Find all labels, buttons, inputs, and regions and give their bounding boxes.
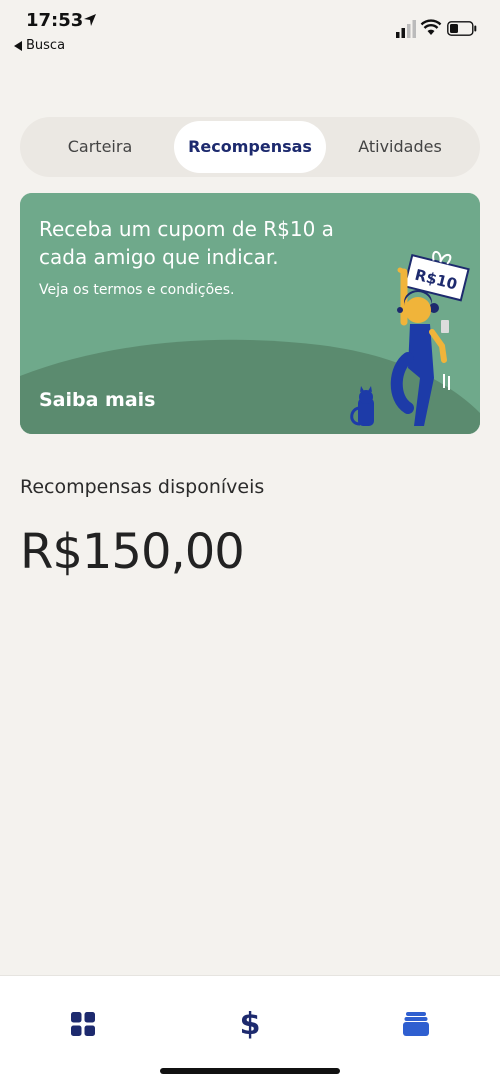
- grid-icon: [71, 1012, 95, 1036]
- bottom-navigation: $: [0, 975, 500, 1083]
- wifi-icon: [420, 19, 442, 35]
- location-arrow-icon: [84, 14, 96, 26]
- nav-home-button[interactable]: [61, 1002, 105, 1046]
- promo-title: Receba um cupom de R$10 a cada amigo que…: [39, 217, 334, 269]
- status-bar: 17:53 Busca: [0, 0, 500, 53]
- nav-payments-button[interactable]: $: [228, 1002, 272, 1046]
- tab-recompensas[interactable]: Recompensas: [174, 121, 326, 173]
- learn-more-link[interactable]: Saiba mais: [39, 389, 156, 411]
- back-to-search-button[interactable]: Busca: [14, 38, 65, 53]
- back-triangle-icon: [14, 40, 22, 51]
- back-label: Busca: [26, 38, 66, 53]
- referral-promo-card[interactable]: Receba um cupom de R$10 a cada amigo que…: [20, 193, 480, 434]
- wallet-icon: [403, 1012, 429, 1036]
- nav-wallet-button[interactable]: [394, 1002, 438, 1046]
- battery-icon: [447, 21, 477, 36]
- tab-atividades[interactable]: Atividades: [326, 121, 474, 173]
- rewards-available-amount: R$150,00: [20, 524, 245, 580]
- dollar-icon: $: [239, 1006, 261, 1042]
- rewards-available-label: Recompensas disponíveis: [20, 476, 265, 498]
- promo-terms-link[interactable]: Veja os termos e condições.: [39, 282, 235, 298]
- tab-carteira[interactable]: Carteira: [26, 121, 174, 173]
- cellular-signal-icon: [396, 20, 416, 38]
- referral-illustration: R$10: [350, 250, 470, 426]
- home-indicator[interactable]: [160, 1068, 340, 1074]
- status-time: 17:53: [26, 10, 84, 31]
- segmented-tabs: Carteira Recompensas Atividades: [20, 117, 480, 177]
